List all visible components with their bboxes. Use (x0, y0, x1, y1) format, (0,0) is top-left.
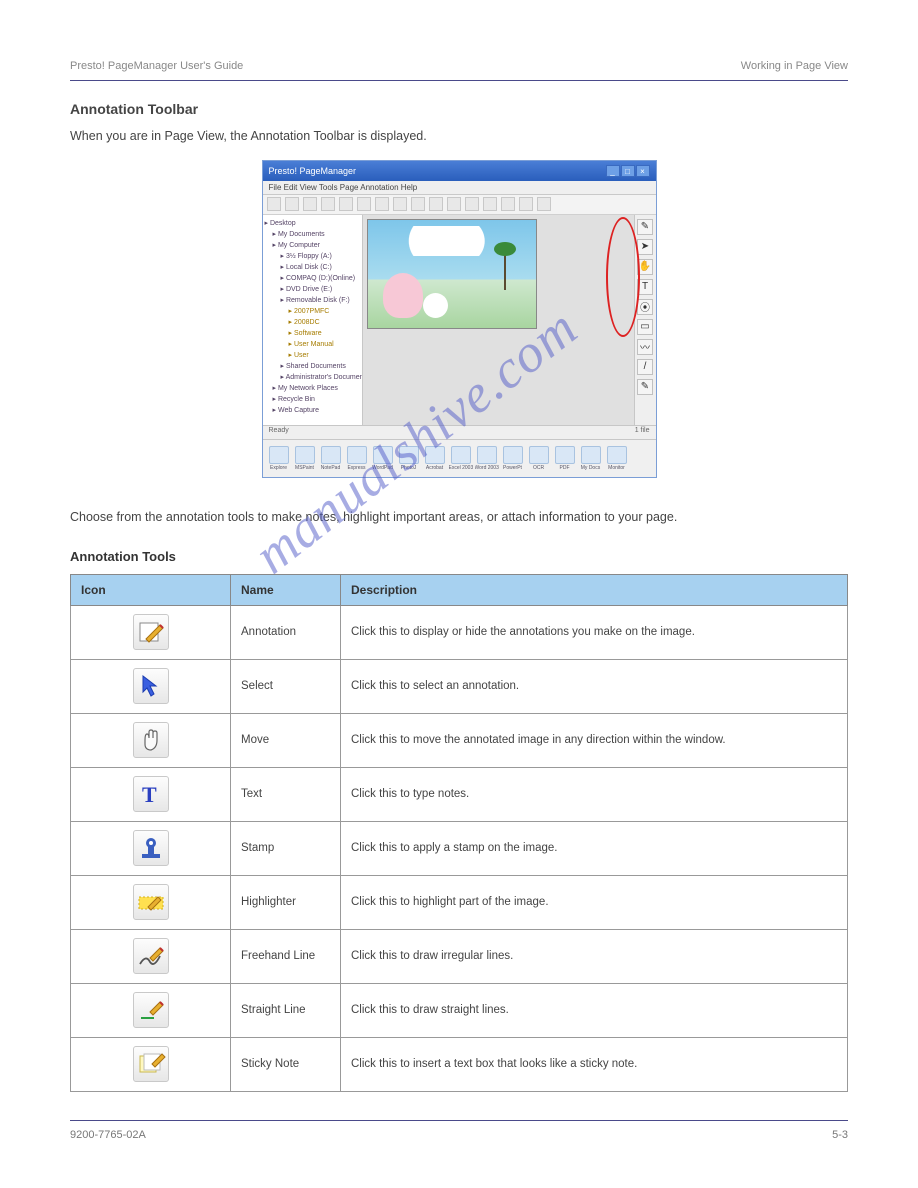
table-row: T TextClick this to type notes. (71, 767, 848, 821)
table-row: Freehand LineClick this to draw irregula… (71, 929, 848, 983)
freeline-icon (133, 938, 169, 974)
tool-desc: Click this to display or hide the annota… (341, 605, 848, 659)
canvas-area (363, 215, 634, 425)
tool-icon-cell (71, 713, 231, 767)
tool-name: Annotation (231, 605, 341, 659)
table-row: Straight LineClick this to draw straight… (71, 983, 848, 1037)
annotate-icon (133, 614, 169, 650)
tool-name: Straight Line (231, 983, 341, 1037)
tools-table: Icon Name Description AnnotationClick th… (70, 574, 848, 1092)
tool-icon-cell (71, 1037, 231, 1091)
tool-desc: Click this to type notes. (341, 767, 848, 821)
sample-image (367, 219, 537, 329)
sticky-icon (133, 1046, 169, 1082)
tool-icon-cell (71, 929, 231, 983)
tool-desc: Click this to select an annotation. (341, 659, 848, 713)
intro-text: When you are in Page View, the Annotatio… (70, 127, 848, 146)
window-title: Presto! PageManager (269, 166, 357, 176)
col-desc: Description (341, 574, 848, 605)
folder-tree: ▸ Desktop▸ My Documents▸ My Computer▸ 3½… (263, 215, 363, 425)
tool-name: Sticky Note (231, 1037, 341, 1091)
stamp-icon (133, 830, 169, 866)
tool-icon-cell (71, 875, 231, 929)
table-row: SelectClick this to select an annotation… (71, 659, 848, 713)
sline-icon (133, 992, 169, 1028)
arrow-icon (133, 668, 169, 704)
tool-icon-cell (71, 983, 231, 1037)
application-bar: ExploreMSPaintNotePadExpressWordPadPhoto… (263, 439, 656, 477)
hilite-icon (133, 884, 169, 920)
tool-icon-cell: T (71, 767, 231, 821)
table-row: MoveClick this to move the annotated ima… (71, 713, 848, 767)
status-left: Ready (269, 427, 289, 438)
tool-desc: Click this to highlight part of the imag… (341, 875, 848, 929)
tool-desc: Click this to apply a stamp on the image… (341, 821, 848, 875)
menu-bar: File Edit View Tools Page Annotation Hel… (263, 181, 656, 195)
window-controls: _□× (606, 165, 650, 177)
table-row: HighlighterClick this to highlight part … (71, 875, 848, 929)
tool-desc: Click this to draw straight lines. (341, 983, 848, 1037)
tool-name: Stamp (231, 821, 341, 875)
tool-icon-cell (71, 659, 231, 713)
tool-name: Freehand Line (231, 929, 341, 983)
table-row: AnnotationClick this to display or hide … (71, 605, 848, 659)
text-icon: T (133, 776, 169, 812)
tool-icon-cell (71, 821, 231, 875)
tool-desc: Click this to move the annotated image i… (341, 713, 848, 767)
tool-name: Move (231, 713, 341, 767)
footer-left: 9200-7765-02A (70, 1129, 146, 1141)
footer-rule (70, 1120, 848, 1121)
svg-text:T: T (142, 782, 157, 807)
header-chapter: Working in Page View (741, 60, 848, 72)
status-right: 1 file (635, 427, 650, 438)
tool-name: Highlighter (231, 875, 341, 929)
table-row: Sticky NoteClick this to insert a text b… (71, 1037, 848, 1091)
tool-name: Text (231, 767, 341, 821)
tool-name: Select (231, 659, 341, 713)
header-product: Presto! PageManager User's Guide (70, 60, 243, 72)
hand-icon (133, 722, 169, 758)
tool-desc: Click this to draw irregular lines. (341, 929, 848, 983)
footer-right: 5-3 (832, 1129, 848, 1141)
table-row: StampClick this to apply a stamp on the … (71, 821, 848, 875)
subsection-text: Choose from the annotation tools to make… (70, 508, 848, 527)
subsection-title: Annotation Tools (70, 549, 848, 564)
annotation-toolbar: ✎➤✋T⦿▭〰/✎ (634, 215, 656, 425)
tool-icon-cell (71, 605, 231, 659)
col-name: Name (231, 574, 341, 605)
col-icon: Icon (71, 574, 231, 605)
header-rule (70, 80, 848, 81)
section-title: Annotation Toolbar (70, 101, 848, 117)
app-screenshot: Presto! PageManager _□× File Edit View T… (262, 160, 657, 478)
toolbar (263, 195, 656, 215)
tool-desc: Click this to insert a text box that loo… (341, 1037, 848, 1091)
